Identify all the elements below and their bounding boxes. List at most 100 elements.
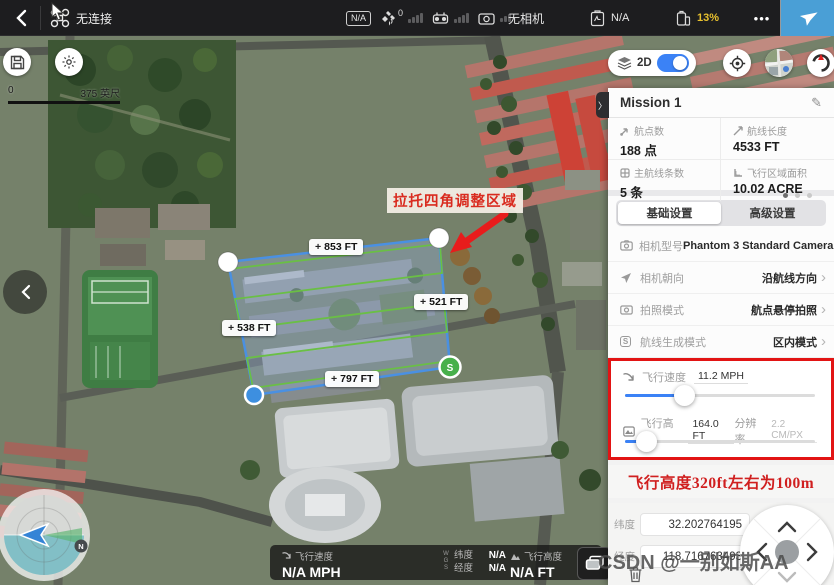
device-battery-value: 13% [697,12,719,24]
nudge-dpad[interactable] [740,505,834,585]
camera-icon [478,12,495,25]
flight-sliders-section: 飞行速度 11.2 MPH 飞行高度 164.0 FT 分辨率 2.2 CM/P… [608,358,834,460]
stat-main-lines: 主航线条数 5 条 [608,160,721,201]
rc-battery: N/A [590,0,629,36]
setting-camera-model[interactable]: 相机型号 Phantom 3 Standard Camera › [608,230,834,262]
camera-signal [478,0,511,36]
corner-handle-top-left[interactable] [218,252,238,272]
nudge-up-icon [779,523,795,531]
altitude-slider-thumb[interactable] [636,431,657,452]
corner-handle-bottom-left[interactable] [245,386,263,404]
longitude-field[interactable] [640,545,750,568]
chevron-right-icon: › [821,305,826,315]
heading-arrow-icon [620,272,632,284]
svg-text:N: N [78,542,83,551]
camera-status: 无相机 [508,0,544,36]
map-annotation: 拉托四角调整区域 [387,188,523,213]
north-marker: N [75,540,88,553]
map-mode-toggle: 2D [608,50,696,76]
scale-start: 0 [8,85,14,100]
stat-waypoints: 航点数 188 点 [608,118,721,160]
crosshair-icon [729,55,746,72]
compass-button[interactable] [807,49,834,77]
mission-planner-app: S 无连接 N/A 0 [0,0,834,585]
altitude-slider-track[interactable] [625,440,815,443]
settings-tabs: 基础设置 高级设置 [608,196,834,230]
latitude-field[interactable] [640,513,750,536]
nudge-down-icon [779,573,795,581]
edit-mission-icon[interactable]: ✎ [811,95,822,111]
map-settings-button[interactable] [55,48,83,76]
map-scale-bar: 0375 英尺 [8,85,120,104]
telemetry-coordinates: 纬度N/A 经度N/A [454,549,506,575]
svg-text:S: S [447,363,454,374]
remote-controller-icon [432,11,449,25]
mission-header: Mission 1 ✎ [608,88,834,118]
camera-view-toggle-button[interactable] [577,547,612,580]
corner-handle-top-right[interactable] [429,228,449,248]
mission-stats: 航点数 188 点 航线长度 4533 FT 主航线条数 5 条 [608,118,834,196]
annotation-arrow [450,214,505,253]
satellite-count: 0 [398,8,403,18]
route-length-icon [733,126,743,136]
photo-mode-icon [620,304,633,315]
speed-icon [282,551,292,561]
telemetry-speed: 飞行速度 N/A MPH [282,549,341,580]
tab-basic-settings[interactable]: 基础设置 [618,202,721,224]
save-mission-button[interactable] [3,48,31,76]
serpentine-mode-icon: S [620,336,631,347]
setting-photo-mode[interactable]: 拍照模式 航点悬停拍照 › [608,294,834,326]
connection-status: 无连接 [76,0,112,36]
2d-toggle-switch[interactable] [657,54,689,72]
altitude-note: 飞行高度320ft左右为100m [608,465,834,498]
more-button[interactable]: ••• [748,0,776,36]
stat-route-length: 航线长度 4533 FT [721,118,834,160]
panel-collapse-tab[interactable]: 〉 [596,92,609,118]
speed-slider-thumb[interactable] [674,385,695,406]
attitude-compass-widget: N [0,487,94,585]
tab-advanced-settings[interactable]: 高级设置 [721,202,824,224]
nudge-left-icon [758,544,766,560]
map-type-button[interactable] [765,49,793,77]
compass-icon [811,53,831,73]
speed-slider-row: 飞行速度 11.2 MPH [611,367,831,407]
setting-camera-heading[interactable]: 相机朝向 沿航线方向 › [608,262,834,294]
stats-pagination-dots[interactable] [783,193,812,198]
satellite-icon [380,10,396,26]
locate-button[interactable] [723,49,751,77]
grid-icon [620,168,630,178]
altitude-icon [510,551,521,561]
edge-length-bottom: +797 FT [325,371,379,387]
layers-view-icon [585,555,605,572]
back-button[interactable] [8,0,34,36]
nudge-right-icon [808,544,816,560]
delete-mission-button[interactable] [628,566,643,585]
stat-area: 飞行区域面积 10.02 ACRE [721,160,834,201]
topbar-divider [40,6,41,30]
battery-phone-icon [676,10,691,27]
map-collapse-button[interactable] [3,270,47,314]
telemetry-altitude: 飞行高度 N/A FT [510,549,562,580]
mission-panel: Mission 1 ✎ 航点数 188 点 航线长度 4533 FT [608,88,834,585]
edge-length-left: +538 FT [222,320,276,336]
chevron-right-icon: › [821,337,826,347]
coordinates-section: 纬度 经度 [608,503,834,585]
start-point-marker[interactable]: S [440,357,461,378]
takeoff-button[interactable] [781,0,834,36]
setting-route-mode[interactable]: S 航线生成模式 区内模式 › [608,326,834,358]
flight-speed-icon [623,372,635,383]
speed-value: 11.2 MPH [694,370,748,384]
camera-model-icon [620,240,633,251]
speed-slider-track[interactable] [625,394,815,397]
flight-altitude-icon [623,426,635,437]
dpad-center [775,540,799,564]
chevron-right-icon: › [821,273,826,283]
top-status-bar: 无连接 N/A 0 无相机 N/A [0,0,834,36]
satellite-signal: 0 [380,0,423,36]
latitude-label: 纬度 [614,517,640,532]
altitude-slider-row: 飞行高度 164.0 FT 分辨率 2.2 CM/PX [611,413,831,453]
edge-length-top: +853 FT [309,239,363,255]
wgs-label: WGS [442,551,449,572]
trash-icon [628,566,643,583]
layers-icon [617,56,632,70]
